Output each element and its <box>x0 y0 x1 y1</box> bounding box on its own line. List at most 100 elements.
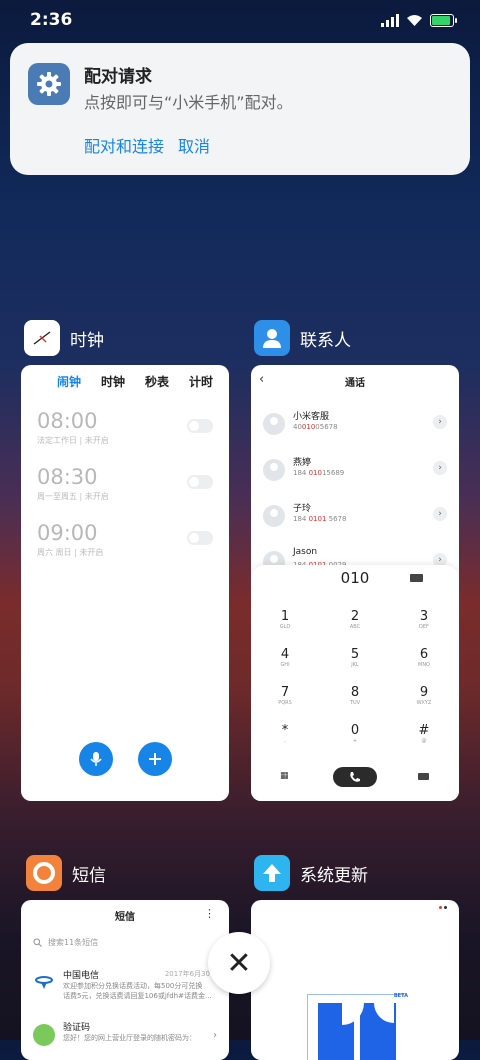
status-bar: 2:36 <box>0 0 480 40</box>
dial-key-5[interactable]: 5 JKL <box>330 647 380 668</box>
more-icon[interactable]: ⋮ <box>201 374 213 386</box>
clock-app-header[interactable]: 时钟 <box>24 320 104 356</box>
tab-clock[interactable]: 时钟 <box>101 373 125 390</box>
delete-icon[interactable] <box>410 574 423 582</box>
dial-key-2[interactable]: 2 ABC <box>330 609 380 630</box>
list-item[interactable]: 中国电信 2017年6月30日 欢迎参加积分兑换话费活动，每500分可兑换 话费… <box>33 966 217 1006</box>
sms-preview: 您好！您的网上营业厅登录的随机密码为： <box>63 1034 196 1042</box>
sms-sender: 中国电信 <box>63 971 100 981</box>
contact-name: Jason <box>293 547 318 557</box>
dialpad: 010 1 GLD 2 ABC 3 DEF 4 GHI 5 JKL 6 MNO 7 PQRS … <box>251 565 459 801</box>
list-item[interactable]: 验证码 您好！您的网上营业厅登录的随机密码为： › <box>33 1020 217 1060</box>
chevron-right-icon[interactable]: › <box>433 507 447 521</box>
chat-bubble-icon <box>33 1024 55 1046</box>
contact-row[interactable]: 燕婷 184 01015689 › <box>263 455 447 495</box>
dial-key-4[interactable]: 4 GHI <box>260 647 310 668</box>
contact-row[interactable]: 子玲 184 0101 5678 › <box>263 501 447 541</box>
alarm-time: 08:30 <box>37 465 98 489</box>
sms-preview: 欢迎参加积分兑换话费活动，每500分可兑换 话费5元，兑换话费请回复106或jf… <box>63 982 212 1000</box>
clock-app-card[interactable]: 闹钟 时钟 秒表 计时 ⋮ 08:00 法定工作日 | 未开启 08:30 周一… <box>21 365 229 801</box>
tab-alarm[interactable]: 闹钟 <box>57 373 81 390</box>
sms-app-name: 短信 <box>72 865 106 886</box>
clear-all-button[interactable]: ✕ <box>208 932 270 994</box>
dial-key-1[interactable]: 1 GLD <box>260 609 310 630</box>
phone-icon <box>350 772 360 782</box>
pairing-notification[interactable]: 配对请求 点按即可与“小米手机”配对。 配对和连接 取消 <box>10 43 470 175</box>
alarm-repeat: 法定工作日 | 未开启 <box>37 436 109 445</box>
contact-number: 184 0101 5678 <box>293 515 347 523</box>
chevron-right-icon[interactable]: › <box>433 461 447 475</box>
search-bar[interactable]: 搜索11条短信 <box>33 934 217 950</box>
chevron-right-icon[interactable]: › <box>433 415 447 429</box>
call-button[interactable] <box>333 767 377 787</box>
avatar <box>263 459 285 481</box>
dial-key-star[interactable]: *, <box>260 723 310 744</box>
dial-key-6[interactable]: 6 MNO <box>399 647 449 668</box>
mic-icon <box>90 752 102 766</box>
dial-key-hash[interactable]: # @ <box>399 723 449 744</box>
tab-stopwatch[interactable]: 秒表 <box>145 373 169 390</box>
cancel-button[interactable]: 取消 <box>178 133 210 157</box>
signal-icon <box>381 13 399 27</box>
more-icon[interactable]: ⋮ <box>204 908 215 919</box>
more-icon[interactable] <box>439 906 447 909</box>
add-alarm-button[interactable] <box>138 742 172 776</box>
alarm-time: 09:00 <box>37 521 98 545</box>
update-app-name: 系统更新 <box>300 865 368 886</box>
alarm-repeat: 周一至周五 | 未开启 <box>37 492 109 501</box>
battery-icon <box>430 13 457 27</box>
arrow-up-icon <box>254 855 290 891</box>
alarm-item[interactable]: 08:00 法定工作日 | 未开启 <box>37 409 213 459</box>
contact-name: 小米客服 <box>293 412 330 422</box>
dialpad-toggle-icon[interactable]: ▦ <box>280 772 289 781</box>
sms-app-header[interactable]: 短信 <box>26 855 106 891</box>
dial-key-7[interactable]: 7 PQRS <box>260 685 310 706</box>
avatar <box>263 413 285 435</box>
chevron-right-icon: › <box>213 1030 217 1041</box>
contact-row[interactable]: 小米客服 4001005678 › <box>263 409 447 449</box>
dial-key-8[interactable]: 8 TUV <box>330 685 380 706</box>
avatar <box>263 505 285 527</box>
dial-key-3[interactable]: 3 DEF <box>399 609 449 630</box>
update-app-header[interactable]: 系统更新 <box>254 855 368 891</box>
person-icon <box>254 320 290 356</box>
contacts-title: 通话 <box>345 378 365 389</box>
status-icons <box>381 13 457 27</box>
sms-app-card[interactable]: 短信 ⋮ 搜索11条短信 中国电信 2017年6月30日 欢迎参加积分兑换话费活… <box>21 900 229 1060</box>
clock-app-name: 时钟 <box>70 330 104 351</box>
alarm-toggle[interactable] <box>187 531 213 545</box>
notification-actions: 配对和连接 取消 <box>84 133 210 157</box>
update-logo: BETA <box>307 993 408 1060</box>
clock-icon <box>24 320 60 356</box>
alarm-item[interactable]: 08:30 周一至周五 | 未开启 <box>37 465 213 515</box>
dial-input: 010 <box>340 569 370 587</box>
dial-key-9[interactable]: 9 WXYZ <box>399 685 449 706</box>
contact-name: 子玲 <box>293 504 312 514</box>
clock-tabs: 闹钟 时钟 秒表 计时 <box>57 373 215 390</box>
notification-text: 点按即可与“小米手机”配对。 <box>84 93 293 112</box>
gear-icon <box>28 63 70 105</box>
dial-key-0[interactable]: 0 + <box>330 723 380 744</box>
update-app-card[interactable]: BETA <box>251 900 459 1060</box>
contacts-app-header[interactable]: 联系人 <box>254 320 351 356</box>
contacts-app-card[interactable]: ‹ 通话 小米客服 4001005678 › 燕婷 184 01015689 ›… <box>251 365 459 801</box>
china-telecom-icon <box>33 970 55 992</box>
alarm-item[interactable]: 09:00 周六 周日 | 未开启 <box>37 521 213 571</box>
voice-alarm-button[interactable] <box>79 742 113 776</box>
contacts-app-name: 联系人 <box>300 330 351 351</box>
alarm-time: 08:00 <box>37 409 98 433</box>
contact-number: 184 01015689 <box>293 469 345 477</box>
wifi-icon <box>407 14 422 26</box>
beta-label: BETA <box>393 993 408 999</box>
contact-number: 4001005678 <box>293 423 338 431</box>
message-icon <box>26 855 62 891</box>
alarm-toggle[interactable] <box>187 419 213 433</box>
alarm-toggle[interactable] <box>187 475 213 489</box>
search-placeholder: 搜索11条短信 <box>48 937 99 947</box>
pair-connect-button[interactable]: 配对和连接 <box>84 133 164 157</box>
plus-icon <box>149 753 161 765</box>
notification-title: 配对请求 <box>84 67 152 87</box>
sms-sender: 验证码 <box>63 1023 91 1033</box>
close-icon: ✕ <box>226 945 252 981</box>
backspace-icon[interactable] <box>418 773 429 780</box>
